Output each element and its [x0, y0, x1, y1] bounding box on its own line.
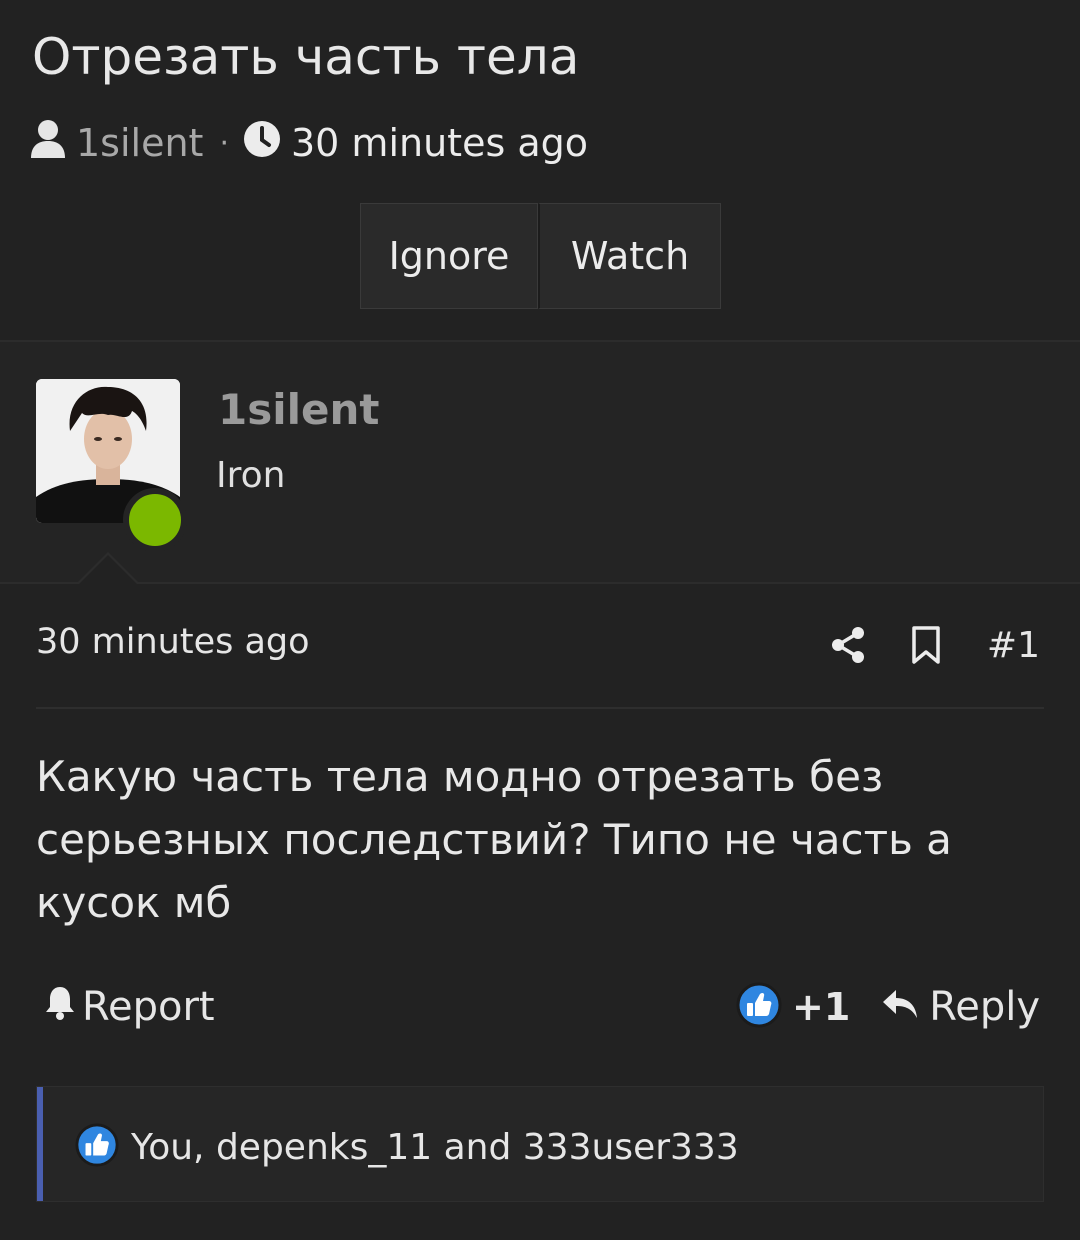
thread-meta: 1silent · 30 minutes ago [30, 118, 588, 168]
likes-text[interactable]: You, depenks_11 and 333user333 [131, 1127, 739, 1168]
user-block-pointer-inner [78, 555, 138, 585]
likes-summary[interactable]: You, depenks_11 and 333user333 [36, 1086, 1044, 1202]
like-button[interactable]: +1 [736, 982, 850, 1032]
thumbs-up-icon [736, 982, 782, 1032]
likes-accent-bar [37, 1087, 43, 1201]
thread-actions: Ignore Watch [360, 203, 721, 309]
post-username[interactable]: 1silent [218, 385, 379, 434]
divider [0, 582, 1080, 584]
post-user-block: 1silent Iron [0, 342, 1080, 582]
post-body: Какую часть тела модно отрезать без серь… [36, 752, 952, 927]
thread-time[interactable]: 30 minutes ago [291, 121, 588, 165]
divider [36, 707, 1044, 709]
post-time[interactable]: 30 minutes ago [36, 622, 310, 662]
likes-content: You, depenks_11 and 333user333 [75, 1123, 739, 1171]
report-button[interactable]: Report [44, 984, 215, 1030]
online-status-indicator [123, 488, 187, 552]
page-title: Отрезать часть тела [32, 28, 580, 86]
report-label: Report [82, 984, 215, 1030]
reply-icon [881, 984, 929, 1030]
thread-header: Отрезать часть тела 1silent · 30 minutes… [0, 0, 1080, 340]
post-actions: #1 [785, 620, 1040, 670]
meta-separator: · [219, 125, 229, 161]
bookmark-icon[interactable] [911, 625, 941, 665]
post-footer: Report +1 Reply [36, 980, 1042, 1040]
reply-label: Reply [929, 984, 1040, 1030]
reply-button[interactable]: Reply [881, 984, 1040, 1030]
share-icon[interactable] [831, 626, 865, 664]
clock-icon [243, 120, 281, 167]
thumbs-up-icon [75, 1123, 119, 1171]
thread-author[interactable]: 1silent [76, 121, 203, 165]
post-number[interactable]: #1 [987, 625, 1040, 666]
ignore-button[interactable]: Ignore [360, 203, 538, 309]
watch-button[interactable]: Watch [538, 203, 721, 309]
user-title: Iron [216, 455, 286, 496]
user-icon [30, 119, 66, 168]
bell-icon [44, 984, 82, 1030]
like-count: +1 [792, 985, 851, 1029]
